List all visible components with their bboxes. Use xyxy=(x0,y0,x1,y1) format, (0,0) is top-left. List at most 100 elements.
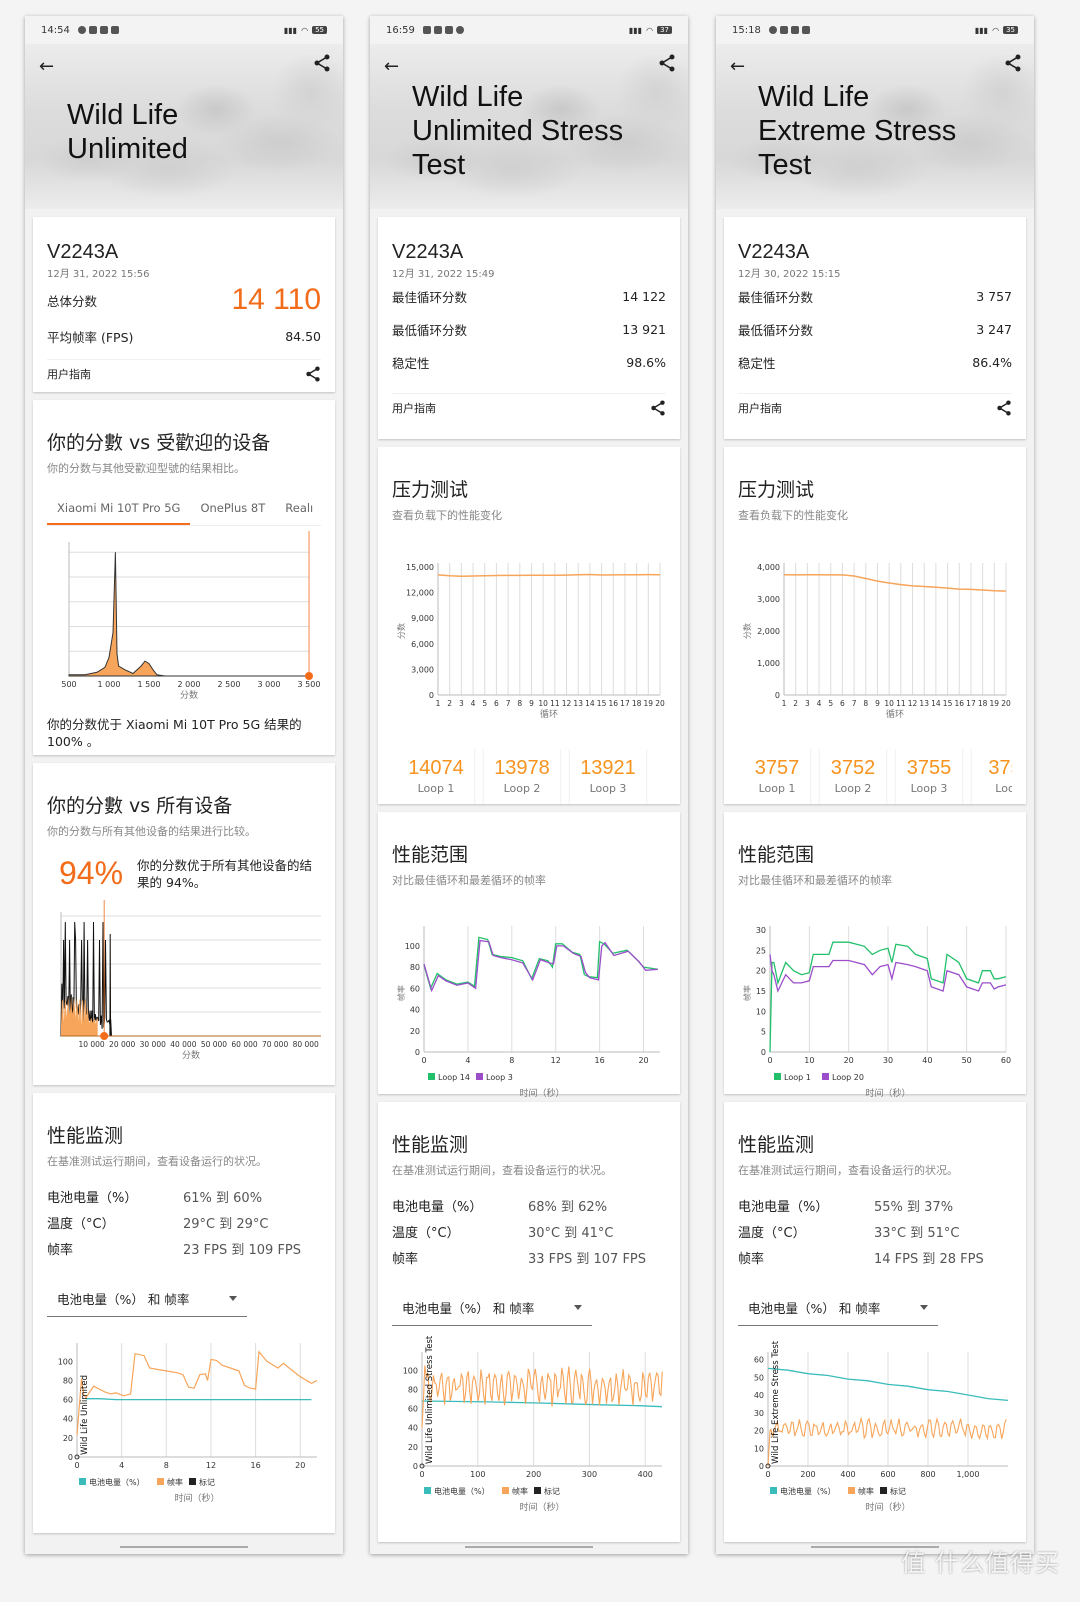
x-tick-label: 4 xyxy=(465,1056,470,1065)
stability-row: 稳定性 86.4% xyxy=(738,346,1012,379)
loop-card[interactable]: 375 Loo xyxy=(972,749,1012,805)
lowest-loop-value: 3 247 xyxy=(976,322,1012,337)
y-tick-label: 1,000 xyxy=(757,659,780,668)
legend-swatch-fps xyxy=(848,1487,855,1494)
chart-metric-dropdown[interactable]: 电池电量（%） 和 帧率 xyxy=(47,1281,247,1317)
section-title: 性能监测 xyxy=(47,1125,124,1147)
x-tick-label: 80 000 xyxy=(293,1040,319,1049)
x-tick-label: 200 xyxy=(526,1470,541,1479)
share-icon[interactable] xyxy=(996,400,1012,416)
loop-card[interactable]: 13921 Loop 3 xyxy=(570,749,646,805)
share-icon[interactable] xyxy=(305,366,321,382)
battery-row: 电池电量（%） 55% 到 37% xyxy=(738,1192,1012,1218)
battery-row: 电池电量（%） 61% 到 60% xyxy=(47,1183,321,1209)
legend-label-fps: 帧率 xyxy=(167,1477,183,1487)
battery-line xyxy=(421,1400,663,1408)
y-tick-label: 80 xyxy=(410,963,420,972)
share-icon[interactable] xyxy=(313,54,331,72)
loop-label: Loop 3 xyxy=(589,782,627,795)
tab-realme[interactable]: Realı xyxy=(275,496,323,525)
x-tick-label: 3 500 xyxy=(298,680,321,689)
monitor-chart: 0 4 8 12 16 20 0 20 40 60 80 100 Wild Life Unlimited… xyxy=(58,1343,318,1504)
x-tick-label: 15 xyxy=(597,699,607,708)
performance-range-card: 性能范围 对比最佳循环和最差循环的帧率 0 4 8 12 16 20 0 20 40 60 80 10… xyxy=(378,812,680,1099)
best-loop-label: 最佳循环分数 xyxy=(738,290,814,305)
loop-label: Loop 1 xyxy=(758,782,796,795)
y-tick-label: 100 xyxy=(405,942,420,951)
back-arrow-icon[interactable]: ← xyxy=(384,56,399,77)
loop-score: 14074 xyxy=(408,757,464,779)
dropdown-value: 电池电量（%） 和 帧率 xyxy=(748,1301,881,1316)
loop-cards[interactable]: 3757 Loop 1 3752 Loop 2 3755 Loop 3 375 Loo xyxy=(744,749,1012,805)
chart-metric-dropdown[interactable]: 电池电量（%） 和 帧率 xyxy=(738,1290,938,1326)
user-guide-row[interactable]: 用户指南 xyxy=(738,393,1012,416)
loop-card[interactable]: 3757 Loop 1 xyxy=(744,749,810,805)
legend-swatch-battery xyxy=(424,1487,431,1494)
user-guide-link[interactable]: 用户指南 xyxy=(392,400,436,416)
tab-xiaomi[interactable]: Xiaomi Mi 10T Pro 5G xyxy=(47,496,191,525)
device-name: V2243A xyxy=(738,241,810,263)
performance-monitor-card: 性能监测 在基准测试运行期间，查看设备运行的状况。 电池电量（%） 55% 到 3… xyxy=(724,1102,1026,1542)
back-arrow-icon[interactable]: ← xyxy=(39,56,54,77)
tab-oneplus[interactable]: OnePlus 8T xyxy=(190,496,275,525)
app-icon xyxy=(422,26,431,34)
temperature-label: 温度（°C） xyxy=(738,1225,806,1241)
user-guide-link[interactable]: 用户指南 xyxy=(47,366,91,382)
x-tick-label: 14 xyxy=(585,699,595,708)
y-tick-label: 20 xyxy=(754,1427,764,1436)
watermark: 值 什么值得买 xyxy=(901,1549,1060,1577)
x-tick-label: 20 xyxy=(295,1461,305,1470)
share-icon[interactable] xyxy=(650,400,666,416)
y-tick-label: 60 xyxy=(410,984,420,993)
section-subtitle: 在基准测试运行期间，查看设备运行的状况。 xyxy=(392,1164,612,1177)
y-axis-title: 帧率 xyxy=(742,985,752,1001)
battery-value: 61% 到 60% xyxy=(183,1190,263,1206)
loop-card[interactable]: 3755 Loop 3 xyxy=(896,749,962,805)
loop-card[interactable]: 14074 Loop 1 xyxy=(398,749,474,805)
x-tick-label: 2 500 xyxy=(218,680,241,689)
y-tick-label: 80 xyxy=(63,1376,73,1385)
y-tick-label: 25 xyxy=(756,946,766,955)
back-arrow-icon[interactable]: ← xyxy=(730,56,745,77)
user-guide-link[interactable]: 用户指南 xyxy=(738,400,782,416)
overall-score-value: 14 110 xyxy=(231,283,321,316)
your-score-dot xyxy=(100,1032,109,1040)
user-guide-row[interactable]: 用户指南 xyxy=(392,393,666,416)
best-loop-row: 最佳循环分数 3 757 xyxy=(738,280,1012,313)
user-guide-row[interactable]: 用户指南 xyxy=(47,359,321,382)
result-card: V2243A 12月 30, 2022 15:15 最佳循环分数 3 757 最低… xyxy=(724,217,1026,439)
loop-cards[interactable]: 14074 Loop 1 13978 Loop 2 13921 Loop 3 xyxy=(398,749,666,805)
x-tick-label: 16 xyxy=(608,699,618,708)
loop-label: Loop 2 xyxy=(503,782,541,795)
notification-icon xyxy=(768,26,777,34)
x-tick-label: 4 xyxy=(119,1461,124,1470)
x-tick-label: 9 xyxy=(875,699,880,708)
y-tick-label: 15 xyxy=(756,987,766,996)
stability-row: 稳定性 98.6% xyxy=(392,346,666,379)
loop-card[interactable]: 13978 Loop 2 xyxy=(484,749,560,805)
section-subtitle: 在基准测试运行期间，查看设备运行的状况。 xyxy=(47,1155,267,1168)
share-icon[interactable] xyxy=(1004,54,1022,72)
x-axis-title: 时间（秒） xyxy=(519,1087,564,1099)
loop-label: Loop 2 xyxy=(834,782,872,795)
section-title: 你的分數 vs 所有设备 xyxy=(47,795,233,817)
x-tick-label: 8 xyxy=(517,699,522,708)
y-tick-label: 0 xyxy=(775,691,780,700)
test-date: 12月 31, 2022 15:56 xyxy=(47,269,150,280)
best-loop-row: 最佳循环分数 14 122 xyxy=(392,280,666,313)
share-icon[interactable] xyxy=(658,54,676,72)
y-tick-label: 0 xyxy=(429,691,434,700)
fps-row: 帧率 23 FPS 到 109 FPS xyxy=(47,1235,321,1261)
section-title: 性能范围 xyxy=(738,844,815,866)
chart-metric-dropdown[interactable]: 电池电量（%） 和 帧率 xyxy=(392,1290,592,1326)
loop-card[interactable]: 3752 Loop 2 xyxy=(820,749,886,805)
y-tick-label: 80 xyxy=(408,1385,418,1394)
hero-banner: ← Wild Life Unlimited xyxy=(25,44,343,209)
temperature-value: 29°C 到 29°C xyxy=(183,1216,269,1232)
legend-swatch-worst xyxy=(476,1073,483,1080)
y-tick-label: 30 xyxy=(756,926,766,935)
temperature-row: 温度（°C） 29°C 到 29°C xyxy=(47,1209,321,1235)
fps-label: 帧率 xyxy=(392,1251,419,1267)
range-chart: 0 10 20 30 40 50 60 0 5 10 15 20 25 30 Loop 1 Loop 20时间… xyxy=(742,926,1011,1099)
section-subtitle: 你的分数与所有其他设备的结果进行比较。 xyxy=(47,825,256,838)
